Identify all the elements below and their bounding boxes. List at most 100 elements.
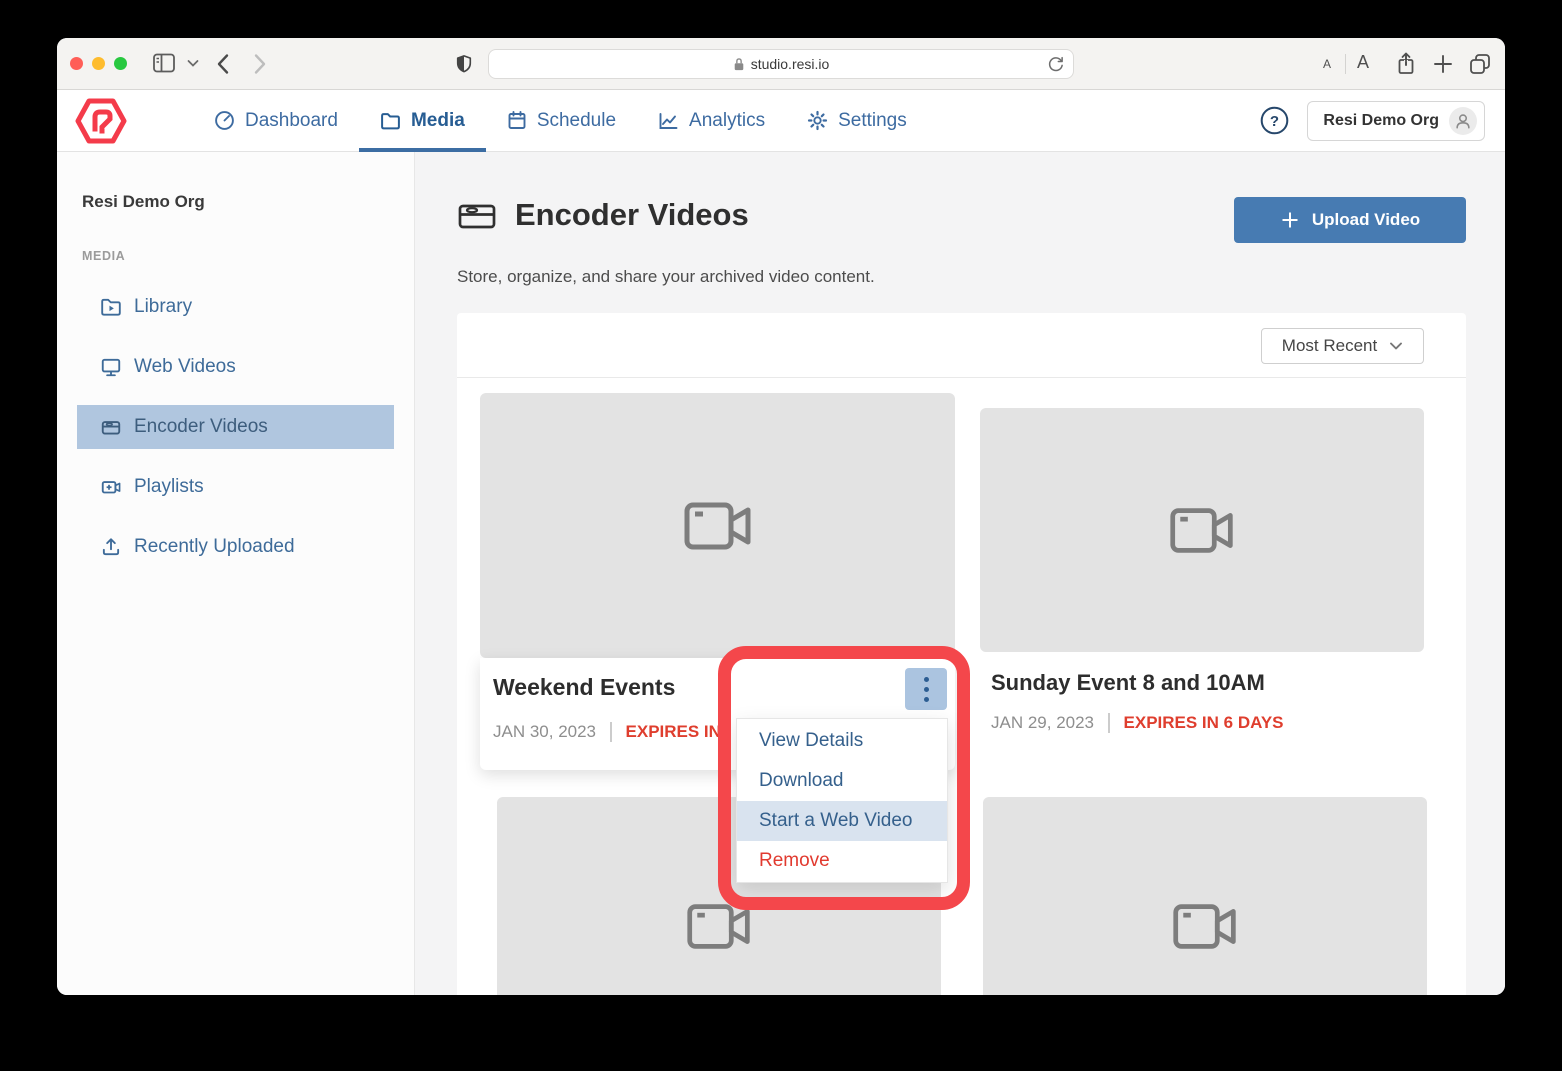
meta-separator [1108, 713, 1110, 733]
sidebar-item-label: Recently Uploaded [134, 536, 295, 558]
avatar [1449, 107, 1477, 135]
kebab-dot [924, 677, 929, 682]
main-content: Encoder Videos Store, organize, and shar… [415, 152, 1505, 995]
upload-video-button[interactable]: Upload Video [1234, 197, 1466, 243]
minimize-window-button[interactable] [92, 57, 105, 70]
sort-dropdown[interactable]: Most Recent [1261, 328, 1424, 364]
video-camera-icon [685, 899, 753, 954]
nav-label: Schedule [537, 110, 616, 132]
sidebar: Resi Demo Org MEDIA Library Web [57, 152, 415, 995]
meta-separator [610, 722, 612, 742]
video-title: Weekend Events [493, 674, 675, 701]
page-subtitle: Store, organize, and share your archived… [457, 267, 875, 287]
sidebar-toggle-icon[interactable] [152, 51, 177, 76]
video-meta-row: JAN 29, 2023 EXPIRES IN 6 DAYS [991, 713, 1284, 733]
sidebar-item-recently-uploaded[interactable]: Recently Uploaded [77, 525, 394, 569]
menu-item-download[interactable]: Download [737, 761, 947, 801]
video-expires-badge: EXPIRES IN [626, 722, 721, 742]
upload-icon [100, 536, 122, 558]
text-size-decrease-button[interactable]: A [1323, 57, 1331, 71]
nav-analytics[interactable]: Analytics [637, 90, 786, 152]
video-thumbnail[interactable] [983, 797, 1427, 995]
calendar-icon [507, 110, 527, 131]
new-tab-icon[interactable] [1433, 54, 1453, 74]
sidebar-item-playlists[interactable]: Playlists [77, 465, 394, 509]
primary-nav: Dashboard Media Schedule [193, 90, 928, 152]
gear-icon [807, 110, 828, 131]
reload-icon[interactable] [1047, 55, 1065, 73]
sidebar-item-web-videos[interactable]: Web Videos [77, 345, 394, 389]
nav-dashboard[interactable]: Dashboard [193, 90, 359, 152]
video-date: JAN 29, 2023 [991, 713, 1094, 733]
nav-label: Settings [838, 110, 907, 132]
video-thumbnail[interactable] [980, 408, 1424, 652]
privacy-shield-icon[interactable] [455, 52, 473, 76]
tab-overview-icon[interactable] [1468, 52, 1492, 76]
app-header: Dashboard Media Schedule [57, 90, 1505, 152]
browser-window: studio.resi.io A A [57, 38, 1505, 995]
close-window-button[interactable] [70, 57, 83, 70]
dashboard-icon [214, 110, 235, 131]
person-icon [1454, 112, 1472, 130]
sidebar-item-label: Playlists [134, 476, 204, 498]
toolbar-separator [1345, 54, 1346, 74]
back-icon[interactable] [216, 53, 230, 75]
forward-icon[interactable] [253, 53, 267, 75]
plus-icon [1280, 210, 1300, 230]
video-meta-row: JAN 30, 2023 EXPIRES IN [493, 722, 721, 742]
videos-panel: Most Recent Weekend Events [457, 313, 1466, 995]
sidebar-org-name: Resi Demo Org [82, 192, 414, 212]
text-size-increase-button[interactable]: A [1357, 52, 1369, 73]
traffic-lights [70, 57, 127, 70]
lock-icon [733, 57, 745, 72]
encoder-icon [100, 416, 122, 438]
nav-label: Analytics [689, 110, 765, 132]
help-icon[interactable]: ? [1260, 106, 1289, 135]
nav-label: Dashboard [245, 110, 338, 132]
panel-divider [457, 377, 1466, 378]
monitor-icon [100, 356, 122, 378]
kebab-dot [924, 687, 929, 692]
nav-label: Media [411, 110, 465, 132]
playlist-icon [100, 476, 122, 498]
video-thumbnail[interactable] [480, 393, 955, 658]
address-bar[interactable]: studio.resi.io [488, 49, 1074, 79]
library-icon [100, 296, 122, 318]
page-title-row: Encoder Videos [457, 197, 749, 233]
folder-icon [380, 111, 401, 131]
header-right: ? Resi Demo Org [1260, 101, 1485, 141]
sidebar-item-encoder-videos[interactable]: Encoder Videos [77, 405, 394, 449]
resi-logo[interactable] [75, 98, 127, 144]
menu-item-view-details[interactable]: View Details [737, 721, 947, 761]
nav-schedule[interactable]: Schedule [486, 90, 637, 152]
nav-media[interactable]: Media [359, 90, 486, 152]
sidebar-section-label: MEDIA [82, 249, 414, 263]
sidebar-item-label: Web Videos [134, 356, 236, 378]
sidebar-item-label: Encoder Videos [134, 416, 268, 438]
url-text: studio.resi.io [751, 56, 830, 72]
browser-toolbar: studio.resi.io A A [57, 38, 1505, 90]
video-camera-icon [1171, 899, 1239, 954]
encoder-videos-icon [457, 197, 497, 233]
chevron-down-icon[interactable] [187, 59, 199, 68]
menu-item-start-web-video[interactable]: Start a Web Video [737, 801, 947, 841]
sidebar-list: Library Web Videos Enc [57, 285, 414, 569]
video-expires-badge: EXPIRES IN 6 DAYS [1124, 713, 1284, 733]
share-icon[interactable] [1395, 51, 1417, 77]
kebab-dot [924, 697, 929, 702]
video-title: Sunday Event 8 and 10AM [991, 670, 1265, 696]
video-camera-icon [682, 497, 754, 555]
analytics-icon [658, 111, 679, 131]
video-options-button[interactable] [905, 668, 947, 710]
nav-settings[interactable]: Settings [786, 90, 928, 152]
chevron-down-icon [1389, 341, 1403, 351]
org-menu-button[interactable]: Resi Demo Org [1307, 101, 1485, 141]
zoom-window-button[interactable] [114, 57, 127, 70]
sidebar-item-library[interactable]: Library [77, 285, 394, 329]
video-context-menu: View Details Download Start a Web Video … [736, 718, 948, 883]
org-name: Resi Demo Org [1323, 112, 1439, 130]
menu-item-remove[interactable]: Remove [737, 841, 947, 881]
sidebar-item-label: Library [134, 296, 192, 318]
video-date: JAN 30, 2023 [493, 722, 596, 742]
sort-selected: Most Recent [1282, 336, 1377, 356]
